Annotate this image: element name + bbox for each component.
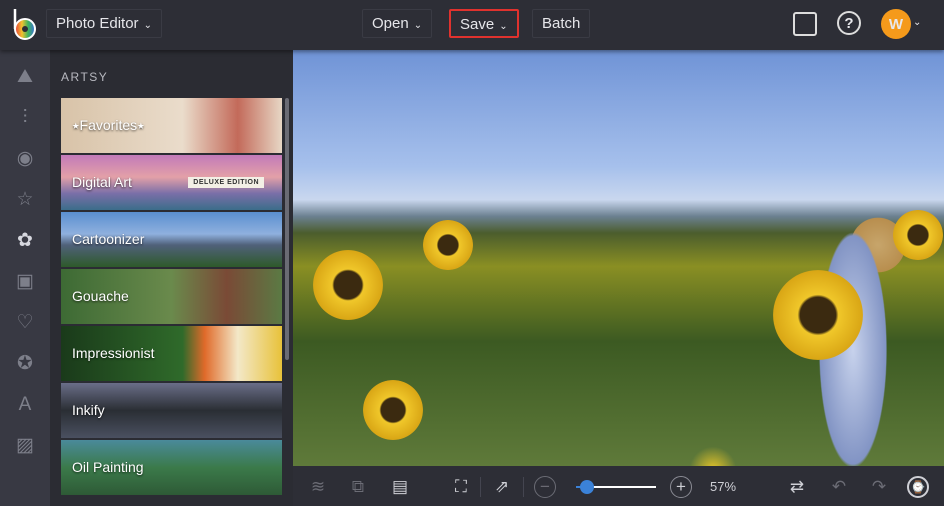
save-button[interactable]: Save ⌄: [449, 9, 519, 38]
effect-label: Cartoonizer: [72, 231, 145, 247]
open-label: Open: [372, 15, 409, 32]
effect-label: Gouache: [72, 288, 129, 304]
effect-label: Impressionist: [72, 345, 155, 361]
layers-icon[interactable]: ≋: [307, 476, 329, 498]
adjust-icon[interactable]: ⫶: [13, 106, 37, 130]
effect-digital-art[interactable]: Digital Art DELUXE EDITION: [61, 155, 282, 210]
effect-favorites[interactable]: ⭑Favorites⭑: [61, 98, 282, 153]
avatar[interactable]: W: [881, 9, 911, 39]
divider: [523, 477, 524, 497]
effect-label: ⭑Favorites⭑: [72, 117, 145, 133]
befunky-logo[interactable]: [11, 7, 39, 41]
layout-icon[interactable]: ▤: [389, 476, 411, 498]
sunflower: [313, 250, 383, 320]
effect-label: Oil Painting: [72, 459, 144, 475]
text-icon[interactable]: A: [13, 393, 37, 417]
photo-canvas[interactable]: [293, 50, 944, 466]
zoom-level: 57%: [709, 479, 737, 494]
help-icon[interactable]: ?: [837, 11, 861, 35]
actual-size-icon[interactable]: ⇗: [491, 476, 513, 498]
tool-rail: ⛰ ⫶ ◉ ☆ ✿ ▣ ♡ ✪ A ▨: [0, 50, 50, 506]
chevron-down-icon: ⌄: [143, 20, 152, 31]
sunflower: [893, 210, 943, 260]
app-menu-button[interactable]: Photo Editor ⌄: [46, 9, 162, 38]
effect-cartoonizer[interactable]: Cartoonizer: [61, 212, 282, 267]
history-icon[interactable]: ⌚: [907, 476, 929, 498]
save-label: Save: [460, 16, 495, 33]
effect-impressionist[interactable]: Impressionist: [61, 326, 282, 381]
compare-icon[interactable]: ⧉: [347, 476, 369, 498]
sunflower: [773, 270, 863, 360]
open-button[interactable]: Open ⌄: [362, 9, 433, 38]
panel-scrollbar[interactable]: [285, 98, 289, 360]
zoom-out-button[interactable]: −: [534, 476, 556, 498]
frame-icon[interactable]: ▣: [13, 270, 37, 294]
chevron-down-icon: ⌄: [499, 21, 508, 32]
app-menu-label: Photo Editor: [56, 15, 139, 32]
image-icon[interactable]: ⛰: [13, 65, 37, 89]
sunflower: [363, 380, 423, 440]
effect-gouache[interactable]: Gouache: [61, 269, 282, 324]
effects-icon[interactable]: ✿: [13, 229, 37, 253]
texture-icon[interactable]: ▨: [13, 434, 37, 458]
zoom-slider[interactable]: [576, 480, 656, 494]
effects-panel: ARTSY ⭑Favorites⭑ Digital Art DELUXE EDIT…: [50, 50, 293, 506]
badge-icon[interactable]: ✪: [13, 352, 37, 376]
panel-title: ARTSY: [61, 70, 109, 84]
heart-icon[interactable]: ♡: [13, 311, 37, 335]
effect-label: Inkify: [72, 402, 105, 418]
bottom-toolbar: ≋ ⧉ ▤ ⛶ ⇗ − + 57% ⇄ ↶ ↷ ⌚: [293, 466, 944, 506]
effect-label: Digital Art: [72, 174, 132, 190]
sunflower: [423, 220, 473, 270]
zoom-in-button[interactable]: +: [670, 476, 692, 498]
chevron-down-icon: ⌄: [413, 20, 423, 31]
undo-icon[interactable]: ↶: [828, 476, 850, 498]
redo-icon[interactable]: ↷: [868, 476, 890, 498]
batch-label: Batch: [542, 15, 581, 32]
effect-oil-painting[interactable]: Oil Painting: [61, 440, 282, 495]
swap-icon[interactable]: ⇄: [786, 476, 808, 498]
avatar-initial: W: [888, 15, 904, 33]
chevron-down-icon[interactable]: ⌄: [913, 17, 921, 28]
fit-screen-icon[interactable]: ⛶: [450, 476, 472, 498]
star-icon[interactable]: ☆: [13, 188, 37, 212]
feedback-icon[interactable]: [793, 12, 817, 36]
divider: [480, 477, 481, 497]
deluxe-badge: DELUXE EDITION: [188, 177, 264, 188]
zoom-slider-knob[interactable]: [580, 480, 595, 494]
batch-button[interactable]: Batch: [532, 9, 591, 38]
top-bar: Photo Editor ⌄ Open ⌄ Save ⌄ Batch ? W ⌄: [0, 0, 944, 50]
eye-icon[interactable]: ◉: [13, 147, 37, 171]
effect-inkify[interactable]: Inkify: [61, 383, 282, 438]
